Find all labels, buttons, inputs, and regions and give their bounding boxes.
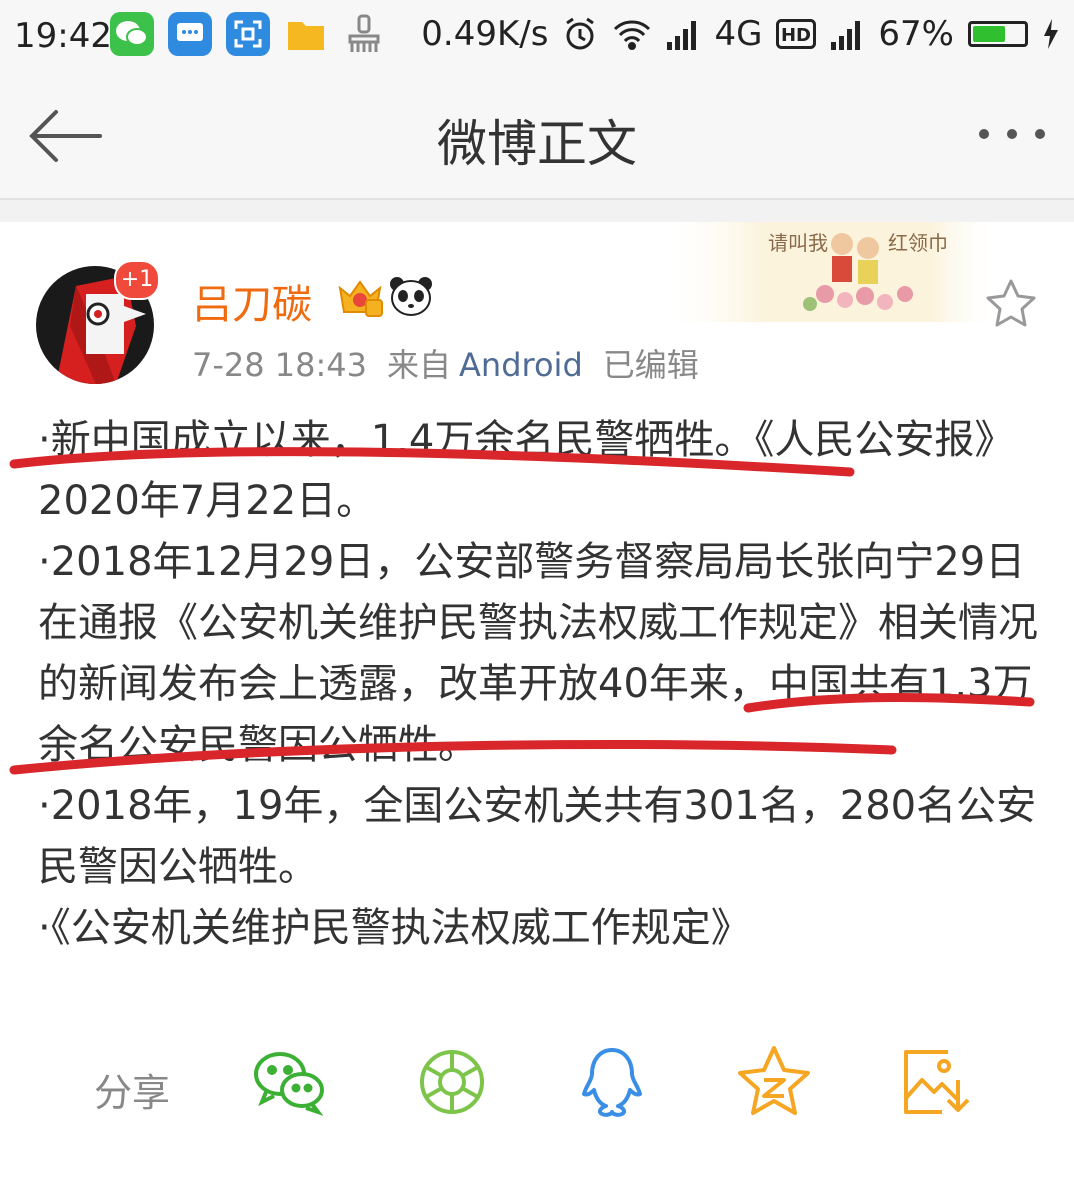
hd-icon: HD: [776, 19, 817, 49]
signal-icon: [667, 21, 697, 50]
message-icon: [168, 12, 212, 56]
qq-icon[interactable]: [572, 1042, 652, 1122]
source-prefix: 来自: [387, 346, 452, 384]
moments-icon[interactable]: [412, 1042, 492, 1122]
post-paragraph: ·新中国成立以来，1.4万余名民警牺牲。《人民公安报》2020年7月22日。: [38, 417, 1015, 524]
wifi-icon: [614, 20, 651, 50]
status-bar: 19:42 0.49K/s 4G HD 67%: [0, 0, 1074, 74]
banner-right-text: 红领巾: [888, 231, 948, 255]
edited-label[interactable]: 已编辑: [603, 346, 699, 384]
battery-icon: [968, 21, 1028, 47]
panda-icon[interactable]: [388, 274, 434, 318]
battery-percent: 67%: [878, 14, 954, 54]
author-name[interactable]: 吕刀碳: [192, 272, 312, 330]
post-paragraph: ·2018年12月29日，公安部警务督察局局长张向宁29日在通报《公安机关维护民…: [38, 539, 1038, 768]
crown-vip-icon[interactable]: [336, 274, 384, 318]
post-paragraph: ·2018年，19年，全国公安机关共有301名，280名公安民警因公牺牲。: [38, 783, 1037, 890]
svg-text:HD: HD: [781, 25, 811, 46]
post-paragraph: ·《公安机关维护民警执法权威工作规定》: [38, 905, 751, 951]
post-body: ·新中国成立以来，1.4万余名民警牺牲。《人民公安报》2020年7月22日。 ·…: [38, 410, 1038, 959]
share-label: 分享: [94, 1071, 171, 1115]
banner-left-text: 请叫我: [768, 231, 828, 255]
brush-icon: [342, 12, 386, 56]
header-banner-decoration: 请叫我 红领巾: [660, 222, 1000, 322]
scan-icon: [226, 12, 270, 56]
save-image-icon[interactable]: [896, 1042, 976, 1122]
charging-icon: [1044, 19, 1058, 49]
source-link[interactable]: Android: [459, 346, 583, 384]
post-date: 7-28 18:43: [192, 346, 368, 384]
network-speed: 0.49K/s: [421, 14, 549, 54]
wechat-icon[interactable]: [250, 1042, 330, 1122]
share-row: 分享: [0, 1028, 1074, 1148]
status-right: 0.49K/s 4G HD 67%: [421, 14, 1060, 54]
status-app-icons: [110, 12, 386, 56]
alarm-icon: [566, 17, 595, 50]
post-card: 请叫我 红领巾 +1 吕刀碳 7-28 18:43 来自 Android 已编辑…: [0, 222, 1074, 1200]
wechat-icon: [110, 12, 154, 56]
qzone-star-icon[interactable]: [734, 1042, 814, 1122]
page-title: 微博正文: [437, 115, 637, 173]
post-meta: 7-28 18:43 来自 Android 已编辑: [192, 340, 719, 386]
nav-bar: 微博正文: [0, 74, 1074, 200]
notification-badge: +1: [114, 260, 160, 300]
folder-icon: [284, 12, 328, 56]
network-type: 4G: [714, 14, 763, 54]
status-time: 19:42: [14, 16, 112, 56]
star-favorite-icon[interactable]: [984, 278, 1038, 330]
more-options-icon[interactable]: [976, 122, 1048, 146]
signal-icon-2: [831, 21, 861, 50]
